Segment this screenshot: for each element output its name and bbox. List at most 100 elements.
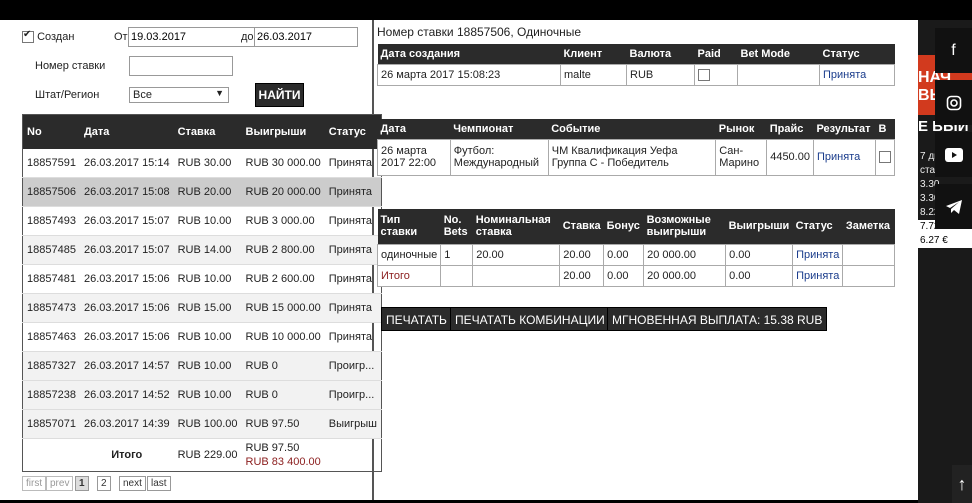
cell-stake: RUB 10.00 [173, 264, 242, 294]
bet-detail-title: Номер ставки 18857506, Одиночные [377, 25, 582, 39]
col-date: Дата [79, 114, 174, 149]
table-row[interactable]: 18857327 26.03.2017 14:57 RUB 10.00 RUB 0 Пр… [22, 351, 382, 381]
region-select[interactable]: Все ▼ [129, 87, 229, 103]
cell-no: 18857481 [22, 264, 80, 294]
cell-date: 26.03.2017 14:52 [79, 380, 174, 410]
table-row[interactable]: 18857071 26.03.2017 14:39 RUB 100.00 RUB 97… [22, 409, 382, 439]
col-nominal: Номинальная ставка [472, 209, 560, 244]
to-label: до [241, 31, 254, 43]
table-row[interactable]: 18857473 26.03.2017 15:06 RUB 15.00 RUB 15 … [22, 293, 382, 323]
created-label: Создан [37, 31, 75, 43]
cell-stake: RUB 14.00 [173, 235, 242, 265]
cell-status: Принята [324, 264, 382, 294]
scroll-up-icon[interactable]: ↑ [952, 465, 972, 503]
total-win-actual: RUB 97.50 [245, 442, 300, 454]
note-value [842, 243, 895, 266]
cell-no: 18857506 [22, 177, 80, 207]
bet-number-label: Номер ставки [35, 60, 106, 72]
bets-total-row: Итого RUB 229.00 RUB 97.50 RUB 83 400.00 [23, 439, 382, 472]
table-row[interactable]: 18857506 26.03.2017 15:08 RUB 20.00 RUB 20 … [22, 177, 382, 207]
selection-result-link[interactable]: Принята [812, 138, 877, 176]
col-no: No [22, 114, 80, 149]
cell-no: 18857238 [22, 380, 80, 410]
cell-stake: RUB 10.00 [173, 322, 242, 352]
col-client: Клиент [560, 44, 627, 64]
created-date-value: 26 марта 2017 15:08:23 [377, 63, 561, 86]
cell-status: Принята [324, 177, 382, 207]
cell-date: 26.03.2017 15:08 [79, 177, 174, 207]
cell-status: Принята [324, 293, 382, 323]
possible-win-value: 20 000.00 [643, 243, 727, 266]
cell-no: 18857071 [22, 409, 80, 439]
total-label: Итого [111, 449, 143, 461]
to-date-input[interactable] [254, 27, 358, 47]
pager-first[interactable]: first [22, 476, 47, 491]
col-stake: Ставка [173, 114, 242, 149]
table-row[interactable]: 18857238 26.03.2017 14:52 RUB 10.00 RUB 0 Пр… [22, 380, 382, 410]
col-market: Рынок [715, 119, 767, 139]
table-row[interactable]: 18857591 26.03.2017 15:14 RUB 30.00 RUB 30 … [22, 149, 382, 178]
created-checkbox[interactable] [22, 29, 34, 44]
cell-win: RUB 0 [241, 380, 325, 410]
status-link[interactable]: Принята [819, 63, 895, 86]
table-row[interactable]: 18857463 26.03.2017 15:06 RUB 10.00 RUB 10 … [22, 322, 382, 352]
top-bar [0, 0, 972, 20]
stake-value: 20.00 [559, 264, 605, 287]
print-combinations-button[interactable]: ПЕЧАТАТЬ КОМБИНАЦИИ [450, 307, 610, 331]
selection-row: 26 марта 2017 22:00 Футбол: Международны… [377, 138, 895, 176]
cell-date: 26.03.2017 15:06 [79, 322, 174, 352]
created-filter[interactable]: Создан [22, 29, 75, 44]
pager-next[interactable]: next [119, 476, 146, 491]
selection-header: Дата Чемпионат Событие Рынок Прайс Резул… [377, 119, 895, 139]
paid-checkbox[interactable] [698, 68, 710, 81]
stake-summary-row: одиночные 1 20.00 20.00 0.00 20 000.00 0… [376, 243, 895, 266]
col-win: Выигрыши [241, 114, 325, 149]
cell-date: 26.03.2017 14:57 [79, 351, 174, 381]
paid-cell [694, 63, 738, 86]
col-currency: Валюта [626, 44, 695, 64]
win-value: 0.00 [725, 243, 794, 266]
note-value [842, 264, 895, 287]
cell-stake: RUB 10.00 [173, 351, 242, 381]
total-win-possible: RUB 83 400.00 [245, 456, 321, 468]
find-button[interactable]: НАЙТИ [255, 83, 304, 107]
stake-summary-header: Тип ставки No. Bets Номинальная ставка С… [377, 209, 895, 244]
nominal-value: 20.00 [472, 243, 561, 266]
status-link[interactable]: Принята [792, 264, 844, 287]
pager-page-2[interactable]: 2 [97, 476, 111, 491]
table-row[interactable]: 18857485 26.03.2017 15:07 RUB 14.00 RUB 2 8… [22, 235, 382, 265]
selection-price: 4450.00 [766, 138, 814, 176]
cell-win: RUB 2 600.00 [241, 264, 325, 294]
bet-number-input[interactable] [129, 56, 233, 76]
print-button[interactable]: ПЕЧАТАТЬ [381, 307, 452, 331]
pager-prev[interactable]: prev [46, 476, 74, 491]
bet-type-value: одиночные [376, 243, 442, 266]
cell-win: RUB 30 000.00 [241, 149, 325, 178]
instagram-icon[interactable] [935, 80, 972, 125]
col-status: Статус [324, 114, 382, 149]
telegram-icon[interactable] [935, 184, 972, 229]
bet-info-row: 26 марта 2017 15:08:23 malte RUB Принята [377, 63, 895, 86]
cell-stake: RUB 15.00 [173, 293, 242, 323]
table-row[interactable]: 18857481 26.03.2017 15:06 RUB 10.00 RUB 2 6… [22, 264, 382, 294]
table-row[interactable]: 18857493 26.03.2017 15:07 RUB 10.00 RUB 3 0… [22, 206, 382, 236]
instant-payout-button[interactable]: МГНОВЕННАЯ ВЫПЛАТА: 15.38 RUB [607, 307, 828, 331]
col-bet-mode: Bet Mode [737, 44, 820, 64]
cell-stake: RUB 30.00 [173, 149, 242, 178]
status-link[interactable]: Принята [792, 243, 844, 266]
col-result: Результат [813, 119, 876, 139]
cell-no: 18857327 [22, 351, 80, 381]
cell-win: RUB 97.50 [241, 409, 325, 439]
col-created-date: Дата создания [377, 44, 561, 64]
pager-page-1[interactable]: 1 [75, 476, 89, 491]
facebook-icon[interactable]: f [935, 28, 972, 73]
col-note: Заметка [842, 209, 895, 244]
odds-item: 6.27 € [918, 234, 972, 248]
cell-date: 26.03.2017 15:06 [79, 293, 174, 323]
pager-last[interactable]: last [147, 476, 171, 491]
cell-no: 18857485 [22, 235, 80, 265]
youtube-icon[interactable] [935, 132, 972, 177]
selection-b-cell [875, 138, 895, 176]
stake-value: 20.00 [559, 243, 605, 266]
selection-checkbox[interactable] [879, 151, 891, 164]
